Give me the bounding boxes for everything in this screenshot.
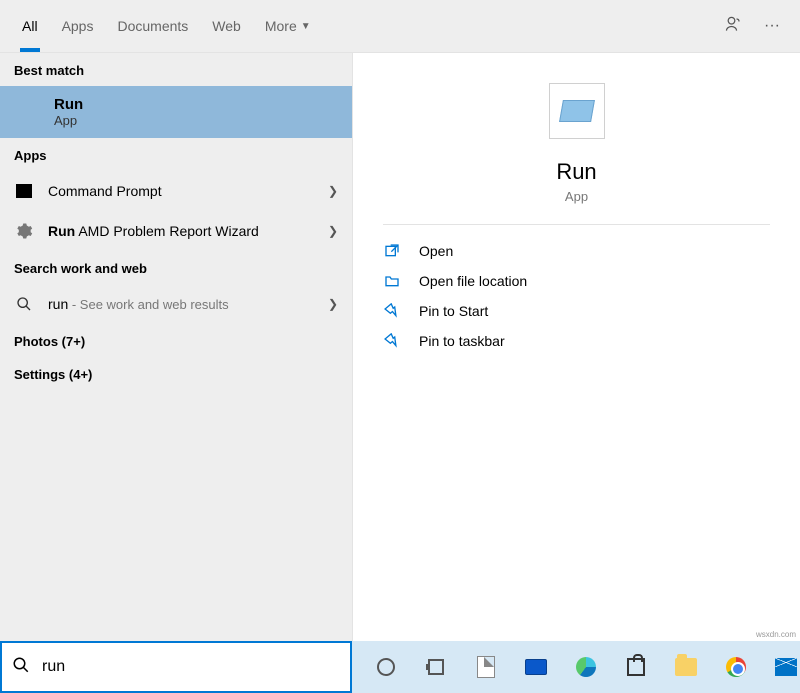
- mail-icon[interactable]: [772, 653, 800, 681]
- chevron-right-icon: ❯: [328, 224, 338, 238]
- chevron-down-icon: ▼: [301, 21, 311, 32]
- results-panel: Best match ▭ Run App Apps Command Prompt…: [0, 53, 352, 641]
- gear-icon: [14, 221, 34, 241]
- more-options-icon[interactable]: ···: [764, 17, 780, 35]
- preview-subtitle: App: [565, 189, 588, 204]
- section-search-work-web: Search work and web: [0, 251, 352, 284]
- result-command-prompt[interactable]: Command Prompt ❯: [0, 171, 352, 211]
- monitor-app-icon[interactable]: [522, 653, 550, 681]
- libreoffice-icon[interactable]: [472, 653, 500, 681]
- feedback-icon[interactable]: [724, 14, 744, 39]
- result-web-run[interactable]: run - See work and web results ❯: [0, 284, 352, 324]
- section-apps: Apps: [0, 138, 352, 171]
- search-icon: [12, 656, 30, 679]
- chrome-icon[interactable]: [722, 653, 750, 681]
- action-pin-to-start[interactable]: Pin to Start: [383, 303, 770, 319]
- command-prompt-icon: [14, 181, 34, 201]
- best-match-subtitle: App: [54, 113, 338, 128]
- search-input[interactable]: [42, 658, 340, 676]
- section-best-match: Best match: [0, 53, 352, 86]
- action-open[interactable]: Open: [383, 243, 770, 259]
- preview-title: Run: [556, 159, 596, 185]
- best-match-title: Run: [54, 96, 338, 113]
- section-photos[interactable]: Photos (7+): [0, 324, 352, 357]
- result-best-match-run[interactable]: ▭ Run App: [0, 86, 352, 138]
- store-icon[interactable]: [622, 653, 650, 681]
- search-icon: [14, 294, 34, 314]
- folder-icon: [383, 273, 401, 289]
- search-box[interactable]: [0, 641, 352, 693]
- tab-apps[interactable]: Apps: [50, 0, 106, 52]
- chevron-right-icon: ❯: [328, 184, 338, 198]
- search-filter-tabs: All Apps Documents Web More▼ ···: [0, 0, 800, 53]
- action-open-file-location[interactable]: Open file location: [383, 273, 770, 289]
- open-icon: [383, 243, 401, 259]
- pin-taskbar-icon: [383, 333, 401, 349]
- section-settings[interactable]: Settings (4+): [0, 357, 352, 390]
- edge-icon[interactable]: [572, 653, 600, 681]
- preview-panel: Run App Open Open file location Pin to: [352, 53, 800, 641]
- pin-start-icon: [383, 303, 401, 319]
- taskbar: [352, 641, 800, 693]
- chevron-right-icon: ❯: [328, 297, 338, 311]
- task-view-icon[interactable]: [422, 653, 450, 681]
- watermark: wsxdn.com: [756, 630, 796, 639]
- tab-web[interactable]: Web: [200, 0, 253, 52]
- result-run-amd-wizard[interactable]: Run AMD Problem Report Wizard ❯: [0, 211, 352, 251]
- action-pin-to-taskbar[interactable]: Pin to taskbar: [383, 333, 770, 349]
- tab-more[interactable]: More▼: [253, 0, 323, 52]
- tab-all[interactable]: All: [10, 0, 50, 52]
- cortana-icon[interactable]: [372, 653, 400, 681]
- run-large-icon: [549, 83, 605, 139]
- tab-documents[interactable]: Documents: [105, 0, 200, 52]
- file-explorer-icon[interactable]: [672, 653, 700, 681]
